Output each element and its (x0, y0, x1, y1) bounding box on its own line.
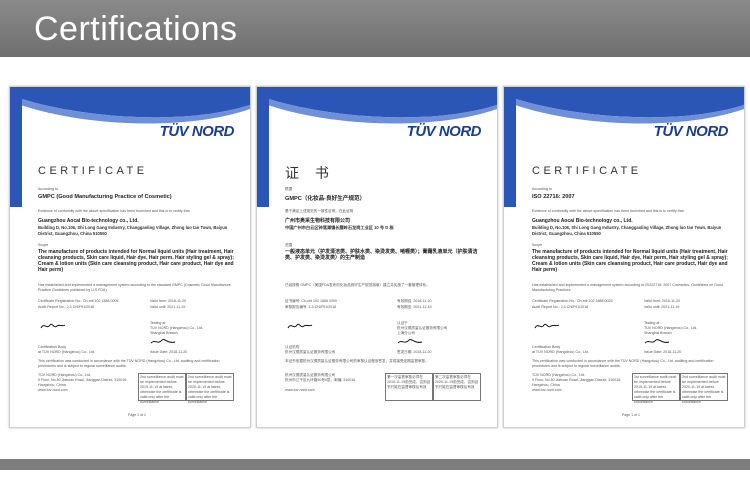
valid-until: Valid until: 2021-11-19 (150, 305, 186, 309)
surveillance-box-2: 第二次监督审核必须在2020-11-19前完成，否则证书只能在监督审核后有效 (433, 373, 481, 401)
surveillance-box-2: 2nd surveillance audit must be implement… (680, 373, 728, 404)
testing-branch: Shanghai Branch (644, 331, 672, 335)
conducted-text: This certification was conducted in acco… (38, 359, 220, 368)
tuv-nord-logo: TÜV NORD (159, 123, 235, 140)
standard-name: GMPC (Good Manufacturing Practice of Cos… (38, 194, 172, 200)
office-address: 杭州市江干区九环路50号9层，邮编: 310016 (285, 378, 356, 382)
evidence-text: Evidence of conformity with the above sp… (38, 209, 190, 213)
company-address: Building D, No.106, Shi Long Gang Indust… (38, 225, 228, 236)
evidence-text: Evidence of conformity with the above sp… (532, 209, 684, 213)
website: www.tuv-nord.com (532, 388, 562, 392)
office-address: 9 Floor, No.50 Jiahuan Road, Jianggan Di… (38, 378, 128, 387)
page-title: Certifications (34, 10, 238, 48)
scope-label: 范围 (285, 243, 293, 247)
statement-text: 已经按照 GMPC（美国FDA发布的化妆品良好生产规范指南）建立并实施了一套管理… (285, 283, 430, 287)
valid-from: 有效期自: 2018-11-20 (397, 299, 432, 303)
according-to-label: 根据 (285, 187, 293, 191)
standard-name: GMPC（化妆品-良好生产规范） (285, 196, 366, 202)
signature-icon (150, 339, 176, 344)
registration-number: 证书编号: Ch-mit 102 1888 0009 (285, 299, 337, 303)
blue-swoosh-graphic (257, 87, 497, 207)
header-bar: Certifications (0, 0, 750, 57)
surveillance-box-1: 1st surveillance audit must be implement… (632, 373, 680, 404)
signature-icon (534, 323, 560, 329)
footer-bar (0, 459, 750, 470)
audit-report-number: 审核报告编号: 2.3-CN/F91/2018 (285, 305, 337, 309)
statement-text: Has established and implemented a manage… (38, 283, 231, 292)
according-to-label: According to (532, 187, 552, 191)
certification-body-name: 杭州汉德质量认证服务有限公司 (285, 350, 336, 354)
surveillance-box-2: 2nd surveillance audit must be implement… (186, 373, 234, 404)
company-address: Building D, No.106, Shi Long Gang Indust… (532, 225, 722, 236)
signature-icon (40, 323, 66, 329)
according-to-label: According to (38, 187, 58, 191)
tuv-nord-logo: TÜV NORD (406, 123, 482, 140)
certificate-title: CERTIFICATE (532, 165, 642, 177)
evidence-text: 基于满足上述规范的一致性证明，在此证明 (285, 209, 354, 213)
signature-icon (287, 323, 313, 329)
surveillance-box-1: 第一次监督审核必须在2019-11-19前完成，否则证书只能在监督审核后有效 (385, 373, 433, 401)
certificate-card: TÜV NORD 证 书 根据 GMPC（化妆品-良好生产规范） 基于满足上述规… (256, 86, 498, 428)
scope-text: The manufacture of products intended for… (38, 249, 234, 273)
page-number: Page 1 of 1 (622, 413, 640, 417)
standard-name: ISO 22716: 2007 (532, 194, 575, 200)
website: www.tuv-nord.com (285, 388, 315, 392)
issue-date: Issue Date: 2018-11-20 (150, 350, 188, 354)
company-name: Guangzhou Aocai Bio-technology co., Ltd. (38, 218, 139, 224)
signature-icon (397, 339, 423, 344)
registration-number: Certificate Registration No.: Ch-mit 102… (532, 299, 613, 303)
website: www.tuv-nord.com (38, 388, 68, 392)
scope-text: 一般液态单元（护发清洁类、护肤水类、染烫发类、啫喱类）；膏霜乳液单元（护肤清洁类… (285, 249, 478, 261)
tuv-nord-logo: TÜV NORD (653, 123, 729, 140)
office-address: 9 Floor, No.50 Jiahuan Road, Jianggan Di… (532, 378, 622, 387)
scope-label: Scope (532, 243, 543, 247)
testing-branch: Shanghai Branch (150, 331, 178, 335)
company-address: 中国广州市白云区钟落潭镇长腰岭石龙岗工业区 10 号 D 栋 (285, 225, 394, 230)
valid-from: Valid from: 2018-11-20 (644, 299, 681, 303)
certificate-title: CERTIFICATE (38, 165, 148, 177)
issue-date: 签发日期: 2018-11-20 (397, 350, 432, 354)
conducted-text: 本证书依据杭州汉德质量认证服务有限公司的审核认证程序签发，并将接受定期监督审核。 (285, 359, 429, 363)
conducted-text: This certification was conducted in acco… (532, 359, 714, 368)
company-name: Guangzhou Aocai Bio-technology co., Ltd. (532, 218, 633, 224)
certificate-title: 证 书 (285, 165, 335, 181)
valid-until: Valid until: 2021-11-19 (644, 305, 680, 309)
valid-until: 有效期至: 2021-11-19 (397, 305, 432, 309)
audit-report-number: Audit Report No.: 2.3-CN/F91/2018 (532, 305, 589, 309)
page-number: Page 1 of 1 (128, 413, 146, 417)
signature-icon (644, 339, 670, 344)
valid-from: Valid from: 2018-11-20 (150, 299, 187, 303)
scope-label: Scope (38, 243, 49, 247)
scope-text: The manufacture of products intended for… (532, 249, 728, 273)
testing-branch: 上海分公司 (397, 331, 415, 335)
certification-body-name: at TÜV NORD (Hangzhou) Co., Ltd. (532, 350, 590, 354)
audit-report-number: Audit Report No.: 2.3-CN/F91/2018 (38, 305, 95, 309)
issue-date: Issue Date: 2018-11-20 (644, 350, 682, 354)
surveillance-box-1: 2nd surveillance audit must be implement… (138, 373, 186, 404)
registration-number: Certificate Registration No.: Ch-mit 102… (38, 299, 119, 303)
statement-text: Has established and implemented a manage… (532, 283, 723, 292)
company-name: 广州市奥采生物科技有限公司 (285, 218, 351, 224)
certification-body-name: at TÜV NORD (Hangzhou) Co., Ltd. (38, 350, 96, 354)
certificate-card: TÜV NORD CERTIFICATE According to GMPC (… (9, 86, 251, 428)
certificate-card: TÜV NORD CERTIFICATE According to ISO 22… (503, 86, 745, 428)
